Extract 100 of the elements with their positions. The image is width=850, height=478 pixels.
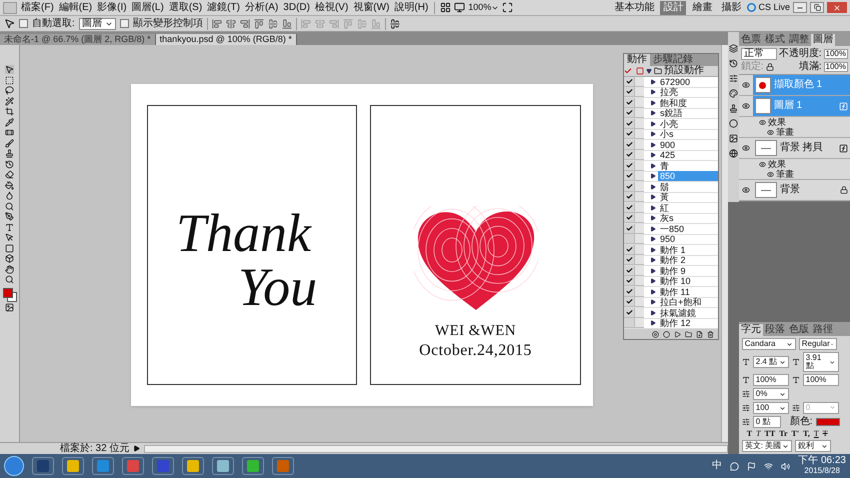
- chat-icon[interactable]: [730, 462, 740, 470]
- document-tab[interactable]: 未命名-1 @ 66.7% (圖層 2, RGB/8) *: [0, 34, 156, 45]
- checkbox[interactable]: [19, 19, 28, 28]
- text-style-button[interactable]: T: [822, 430, 828, 438]
- arrange-icon[interactable]: [502, 2, 514, 13]
- panel-tab[interactable]: 步驟記錄: [650, 54, 696, 66]
- crop-icon[interactable]: [5, 107, 14, 116]
- visibility-icon[interactable]: [742, 144, 750, 152]
- text-style-button[interactable]: T': [792, 430, 800, 438]
- dialog-toggle-icon[interactable]: [636, 67, 644, 75]
- circle-icon[interactable]: [728, 119, 738, 128]
- align-icon[interactable]: [254, 18, 264, 28]
- type-icon[interactable]: [5, 222, 14, 232]
- horizontal-scale-field[interactable]: 100%: [802, 374, 839, 386]
- visibility-icon[interactable]: [766, 170, 774, 178]
- dialog-toggle[interactable]: [634, 182, 644, 192]
- dialog-toggle[interactable]: [634, 318, 644, 328]
- cube-icon[interactable]: [5, 254, 14, 263]
- vertical-scrollbar[interactable]: [721, 45, 728, 442]
- action-toggle[interactable]: [624, 108, 634, 118]
- dialog-toggle[interactable]: [634, 171, 644, 182]
- align-icon[interactable]: [282, 18, 292, 28]
- action-toggle[interactable]: [624, 118, 634, 129]
- action-toggle[interactable]: [624, 255, 634, 266]
- action-set-name[interactable]: 預設動作: [664, 66, 704, 76]
- menu-item[interactable]: 3D(D): [282, 2, 311, 12]
- blend-mode-dropdown[interactable]: 正常: [740, 48, 777, 60]
- taskbar-app-icon[interactable]: [62, 457, 84, 475]
- panel-tab[interactable]: 調整: [786, 34, 811, 46]
- start-button[interactable]: [4, 456, 24, 476]
- layers-icon[interactable]: [728, 44, 738, 53]
- stamp-icon[interactable]: [5, 149, 14, 158]
- align-icon[interactable]: [240, 18, 250, 28]
- workspace-button[interactable]: 攝影: [718, 0, 744, 14]
- record-icon[interactable]: [663, 330, 670, 338]
- action-toggle[interactable]: [624, 266, 634, 276]
- dialog-toggle[interactable]: [634, 108, 644, 118]
- pen-icon[interactable]: [5, 212, 14, 221]
- dialog-toggle[interactable]: [634, 234, 644, 244]
- dialog-toggle[interactable]: [634, 202, 644, 213]
- status-menu-icon[interactable]: [133, 445, 140, 452]
- action-item[interactable]: 動作 9: [658, 266, 718, 276]
- panel-tab[interactable]: 樣式: [762, 34, 787, 46]
- move-icon[interactable]: [5, 65, 14, 74]
- zoom-dropdown[interactable]: 100%: [468, 3, 500, 12]
- collapse-triangle-icon[interactable]: [646, 68, 652, 74]
- action-toggle[interactable]: [624, 192, 634, 202]
- dialog-toggle[interactable]: [634, 266, 644, 276]
- text-color-swatch[interactable]: [816, 418, 840, 426]
- action-item[interactable]: 飽和度: [658, 98, 718, 108]
- dialog-toggle[interactable]: [634, 255, 644, 266]
- new-action-icon[interactable]: [696, 330, 703, 338]
- action-item[interactable]: 動作 2: [658, 255, 718, 266]
- network-icon[interactable]: [764, 462, 774, 470]
- action-toggle[interactable]: [624, 171, 634, 182]
- history-icon[interactable]: [728, 59, 738, 68]
- document-tab[interactable]: thankyou.psd @ 100% (RGB/8) *: [156, 34, 297, 45]
- action-item[interactable]: 抹氣濾鏡: [658, 308, 718, 318]
- cs-live-button[interactable]: CS Live: [747, 3, 790, 12]
- tracking-field[interactable]: 100: [752, 402, 789, 414]
- language-dropdown[interactable]: 英文: 美國: [742, 440, 792, 452]
- horizontal-scrollbar[interactable]: [144, 444, 728, 452]
- antialias-dropdown[interactable]: 銳利: [794, 440, 831, 452]
- action-toggle[interactable]: [624, 244, 634, 255]
- action-toggle[interactable]: [624, 76, 634, 87]
- marquee-icon[interactable]: [5, 76, 14, 84]
- layout-icon[interactable]: [440, 2, 452, 13]
- action-toggle[interactable]: [624, 234, 634, 244]
- bandage-icon[interactable]: [5, 128, 14, 137]
- opacity-field[interactable]: 100%: [824, 49, 848, 59]
- action-toggle[interactable]: [624, 160, 634, 171]
- zoom-icon[interactable]: [5, 275, 14, 284]
- new-set-icon[interactable]: [685, 330, 692, 338]
- panel-tab[interactable]: 色票: [738, 34, 763, 46]
- action-item[interactable]: 小亮: [658, 118, 718, 129]
- text-style-button[interactable]: TT: [764, 430, 776, 438]
- align-icon[interactable]: [268, 18, 278, 28]
- action-item[interactable]: 950: [658, 234, 718, 244]
- dialog-toggle[interactable]: [634, 244, 644, 255]
- play-icon[interactable]: [674, 330, 681, 338]
- stamp-icon[interactable]: [728, 104, 738, 113]
- panel-tab[interactable]: 色版: [786, 324, 811, 336]
- taskbar-app-icon[interactable]: [242, 457, 264, 475]
- action-item[interactable]: 動作 12: [658, 318, 718, 328]
- text-style-button[interactable]: T,: [803, 430, 810, 438]
- action-item[interactable]: 黃: [658, 192, 718, 202]
- color-swatches-icon[interactable]: [2, 288, 16, 302]
- align-icon[interactable]: [212, 18, 222, 28]
- action-toggle[interactable]: [624, 213, 634, 224]
- dialog-toggle[interactable]: [634, 160, 644, 171]
- lasso-icon[interactable]: [5, 86, 14, 95]
- font-size-field[interactable]: 2.4 點: [752, 356, 789, 368]
- tsume-field[interactable]: 0%: [752, 388, 789, 400]
- hand-icon[interactable]: [5, 264, 14, 274]
- text-style-button[interactable]: T: [746, 430, 752, 438]
- image-icon[interactable]: [728, 134, 738, 143]
- ime-indicator[interactable]: 中: [712, 461, 722, 471]
- dialog-toggle[interactable]: [634, 87, 644, 98]
- action-toggle[interactable]: [624, 98, 634, 108]
- taskbar-app-icon[interactable]: [212, 457, 234, 475]
